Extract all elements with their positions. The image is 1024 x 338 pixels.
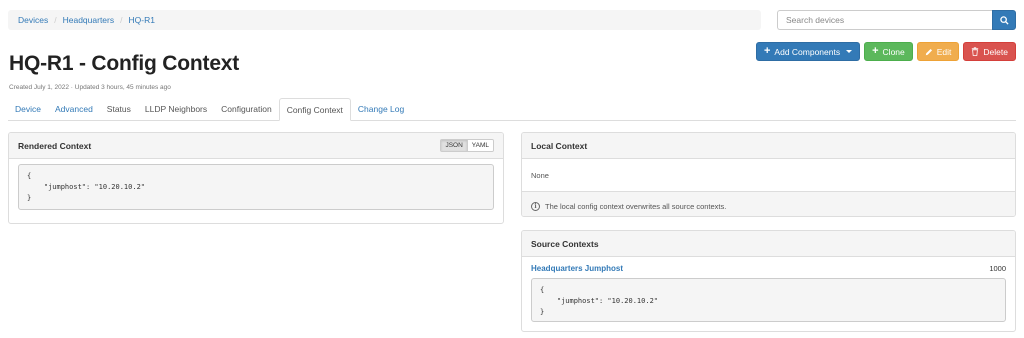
pencil-icon (925, 48, 932, 55)
info-icon: i (531, 202, 540, 211)
rendered-context-heading: Rendered Context JSON YAML (9, 133, 503, 159)
breadcrumb-site[interactable]: Headquarters (63, 15, 115, 25)
breadcrumb-separator: / (54, 15, 57, 25)
clone-button[interactable]: + Clone (864, 42, 913, 61)
local-context-heading: Local Context (522, 133, 1015, 159)
tab-configuration[interactable]: Configuration (214, 98, 279, 120)
source-context-weight: 1000 (989, 263, 1006, 273)
edit-label: Edit (936, 46, 952, 57)
local-context-panel: Local Context None i The local config co… (521, 132, 1016, 217)
clone-label: Clone (882, 46, 905, 57)
trash-icon (972, 47, 979, 56)
source-contexts-heading: Source Contexts (522, 231, 1015, 257)
rendered-context-panel: Rendered Context JSON YAML { "jumphost":… (8, 132, 504, 224)
add-components-button[interactable]: + Add Components (755, 42, 861, 61)
tab-config-context[interactable]: Config Context (278, 98, 351, 121)
rendered-context-code: { "jumphost": "10.20.10.2" } (18, 164, 494, 210)
search-icon (999, 15, 1009, 25)
source-context-link[interactable]: Headquarters Jumphost (531, 264, 623, 273)
local-context-value: None (531, 170, 549, 180)
page-title: HQ-R1 - Config Context (9, 52, 240, 75)
yaml-format-button[interactable]: YAML (466, 140, 493, 151)
tab-change-log[interactable]: Change Log (351, 98, 411, 120)
created-updated-info: Created July 1, 2022 · Updated 3 hours, … (9, 84, 171, 91)
tab-device[interactable]: Device (8, 98, 48, 120)
search-form (777, 10, 1016, 30)
breadcrumb-devices[interactable]: Devices (18, 15, 48, 25)
edit-button[interactable]: Edit (916, 42, 960, 61)
action-buttons: + Add Components + Clone Edit Delete (755, 42, 1016, 61)
delete-label: Delete (983, 46, 1008, 57)
search-input[interactable] (777, 10, 992, 30)
source-contexts-title: Source Contexts (531, 238, 599, 249)
source-context-code: { "jumphost": "10.20.10.2" } (531, 278, 1006, 322)
delete-button[interactable]: Delete (963, 42, 1016, 61)
source-context-item: Headquarters Jumphost 1000 (522, 262, 1015, 274)
tab-lldp-neighbors[interactable]: LLDP Neighbors (138, 98, 214, 120)
device-tabs: Device Advanced Status LLDP Neighbors Co… (8, 98, 1016, 121)
caret-down-icon (846, 50, 853, 53)
local-context-note: The local config context overwrites all … (545, 202, 727, 211)
format-toggle: JSON YAML (440, 139, 494, 152)
plus-icon: + (763, 45, 771, 57)
local-context-title: Local Context (531, 140, 588, 151)
tab-advanced[interactable]: Advanced (48, 98, 100, 120)
tab-status[interactable]: Status (100, 98, 138, 120)
add-components-label: Add Components (774, 46, 841, 57)
local-context-footer: i The local config context overwrites al… (522, 191, 1015, 216)
json-format-button[interactable]: JSON (441, 140, 467, 151)
breadcrumb-separator: / (120, 15, 123, 25)
source-contexts-panel: Source Contexts Headquarters Jumphost 10… (521, 230, 1016, 332)
plus-icon: + (872, 45, 879, 57)
search-button[interactable] (992, 10, 1016, 30)
rendered-context-title: Rendered Context (18, 140, 92, 151)
breadcrumb-device[interactable]: HQ-R1 (129, 15, 155, 25)
breadcrumb: Devices / Headquarters / HQ-R1 (8, 10, 761, 30)
